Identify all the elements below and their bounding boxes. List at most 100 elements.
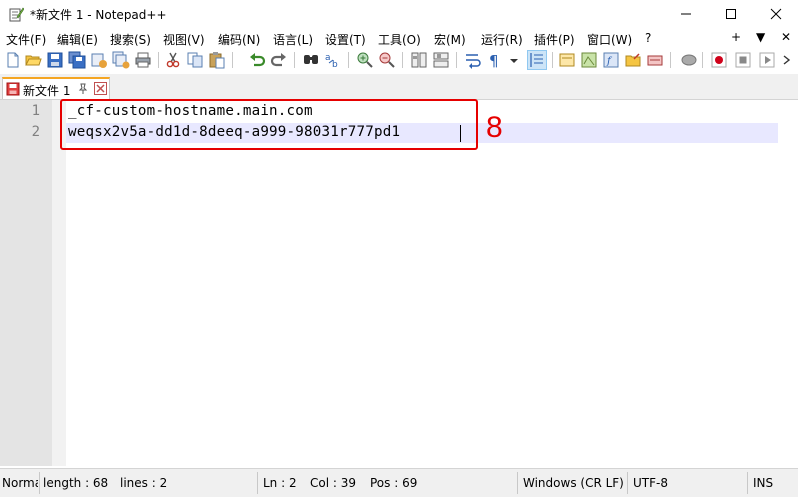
menu-edit[interactable]: 编辑(E) — [57, 31, 98, 48]
menu-settings[interactable]: 设置(T) — [325, 31, 366, 48]
function-list-button[interactable]: f — [602, 51, 620, 69]
new-file-button[interactable] — [4, 51, 22, 69]
replace-icon: ab — [325, 53, 338, 69]
redo-button[interactable] — [270, 51, 288, 69]
folder-workspace-icon — [625, 53, 641, 67]
svg-text:¶: ¶ — [489, 52, 499, 69]
close-icon — [770, 8, 782, 20]
print-button[interactable] — [134, 51, 152, 69]
close-document-button[interactable]: ✕ — [781, 30, 791, 44]
close-button[interactable] — [90, 51, 108, 69]
menu-file[interactable]: 文件(F) — [6, 31, 46, 48]
notepad-plus-plus-icon — [9, 7, 24, 22]
open-file-button[interactable] — [24, 51, 42, 69]
tab-close-icon[interactable] — [94, 82, 107, 95]
close-all-icon — [112, 51, 130, 69]
status-eol[interactable]: Windows (CR LF) — [523, 476, 624, 490]
svg-text:a: a — [325, 53, 331, 63]
annotation-number: 8 — [486, 111, 503, 144]
menu-bar: 文件(F) 编辑(E) 搜索(S) 视图(V) 编码(N) 语言(L) 设置(T… — [0, 28, 798, 49]
status-encoding[interactable]: UTF-8 — [633, 476, 668, 490]
macro-comment-button[interactable] — [680, 51, 698, 69]
macro-play-icon — [759, 52, 775, 68]
sync-vertical-button[interactable] — [410, 51, 428, 69]
open-file-icon — [25, 55, 42, 66]
line-number-gutter: 1 2 — [0, 100, 52, 466]
document-map-button[interactable] — [580, 51, 598, 69]
toolbar-more-button[interactable] — [780, 51, 794, 69]
unsaved-file-icon — [6, 82, 20, 96]
toolbar-separator — [456, 52, 457, 68]
indent-guide-button[interactable] — [527, 50, 547, 70]
pin-icon[interactable] — [77, 83, 89, 95]
tab-list-dropdown-button[interactable]: ▼ — [756, 30, 765, 44]
user-defined-language-button[interactable] — [558, 51, 576, 69]
line-number: 2 — [31, 124, 40, 140]
copy-button[interactable] — [186, 51, 204, 69]
show-all-characters-button[interactable]: ¶ — [486, 51, 504, 69]
undo-button[interactable] — [248, 51, 266, 69]
cut-button[interactable] — [164, 51, 182, 69]
find-icon — [304, 55, 318, 64]
show-chars-dropdown-button[interactable] — [508, 51, 520, 69]
minimize-icon — [681, 13, 691, 15]
menu-language[interactable]: 语言(L) — [273, 31, 313, 48]
dropdown-icon — [510, 59, 518, 63]
close-window-button[interactable] — [753, 0, 798, 28]
menu-window[interactable]: 窗口(W) — [587, 31, 632, 48]
status-separator — [257, 472, 258, 494]
paste-icon — [209, 52, 225, 69]
document-tab[interactable]: 新文件 1 — [2, 77, 110, 99]
status-file-type: Normal text file — [2, 476, 38, 490]
editor-area[interactable]: 1 2 _cf-custom-hostname.main.com weqsx2v… — [0, 100, 798, 466]
menu-run[interactable]: 运行(R) — [481, 31, 523, 48]
title-bar: *新文件 1 - Notepad++ — [0, 0, 798, 28]
function-list-icon: f — [603, 52, 619, 68]
macro-stop-button[interactable] — [734, 51, 752, 69]
toolbar: ab ¶ f — [0, 49, 798, 72]
menu-plugins[interactable]: 插件(P) — [534, 31, 575, 48]
word-wrap-button[interactable] — [464, 51, 482, 69]
macro-record-button[interactable] — [710, 51, 728, 69]
print-icon — [135, 52, 151, 68]
toolbar-separator — [552, 52, 553, 68]
macro-play-button[interactable] — [758, 51, 776, 69]
status-length: length : 68 — [43, 476, 109, 490]
find-button[interactable] — [302, 51, 320, 69]
menu-help[interactable]: ? — [645, 31, 651, 45]
maximize-button[interactable] — [708, 0, 754, 28]
monitoring-button[interactable] — [646, 51, 664, 69]
line-number: 1 — [31, 103, 40, 119]
new-tab-plus-button[interactable]: + — [731, 30, 741, 44]
chevron-right-icon — [783, 55, 791, 65]
zoom-out-button[interactable] — [378, 51, 396, 69]
replace-button[interactable]: ab — [324, 51, 342, 69]
redo-icon — [270, 53, 286, 67]
sync-horizontal-button[interactable] — [432, 51, 450, 69]
menu-search[interactable]: 搜索(S) — [110, 31, 151, 48]
zoom-in-button[interactable] — [356, 51, 374, 69]
vertical-scrollbar[interactable] — [778, 100, 798, 466]
paste-button[interactable] — [208, 51, 226, 69]
new-file-icon — [7, 52, 19, 68]
status-bar: Normal text file length : 68 lines : 2 L… — [0, 468, 798, 497]
menu-encoding[interactable]: 编码(N) — [218, 31, 260, 48]
fold-margin — [52, 100, 66, 466]
close-all-button[interactable] — [112, 51, 130, 69]
svg-text:b: b — [332, 60, 338, 69]
save-all-button[interactable] — [68, 51, 86, 69]
menu-tools[interactable]: 工具(O) — [378, 31, 421, 48]
menu-view[interactable]: 视图(V) — [163, 31, 205, 48]
menu-macro[interactable]: 宏(M) — [434, 31, 466, 48]
save-button[interactable] — [46, 51, 64, 69]
folder-as-workspace-button[interactable] — [624, 51, 642, 69]
status-separator — [517, 472, 518, 494]
doc-map-icon — [581, 52, 597, 68]
minimize-button[interactable] — [663, 0, 709, 28]
status-col: Col : 39 — [310, 476, 356, 490]
zoom-out-icon — [379, 52, 395, 68]
status-insert-mode[interactable]: INS — [753, 476, 773, 490]
toolbar-separator — [670, 52, 671, 68]
lang-icon — [559, 53, 575, 67]
status-separator — [627, 472, 628, 494]
